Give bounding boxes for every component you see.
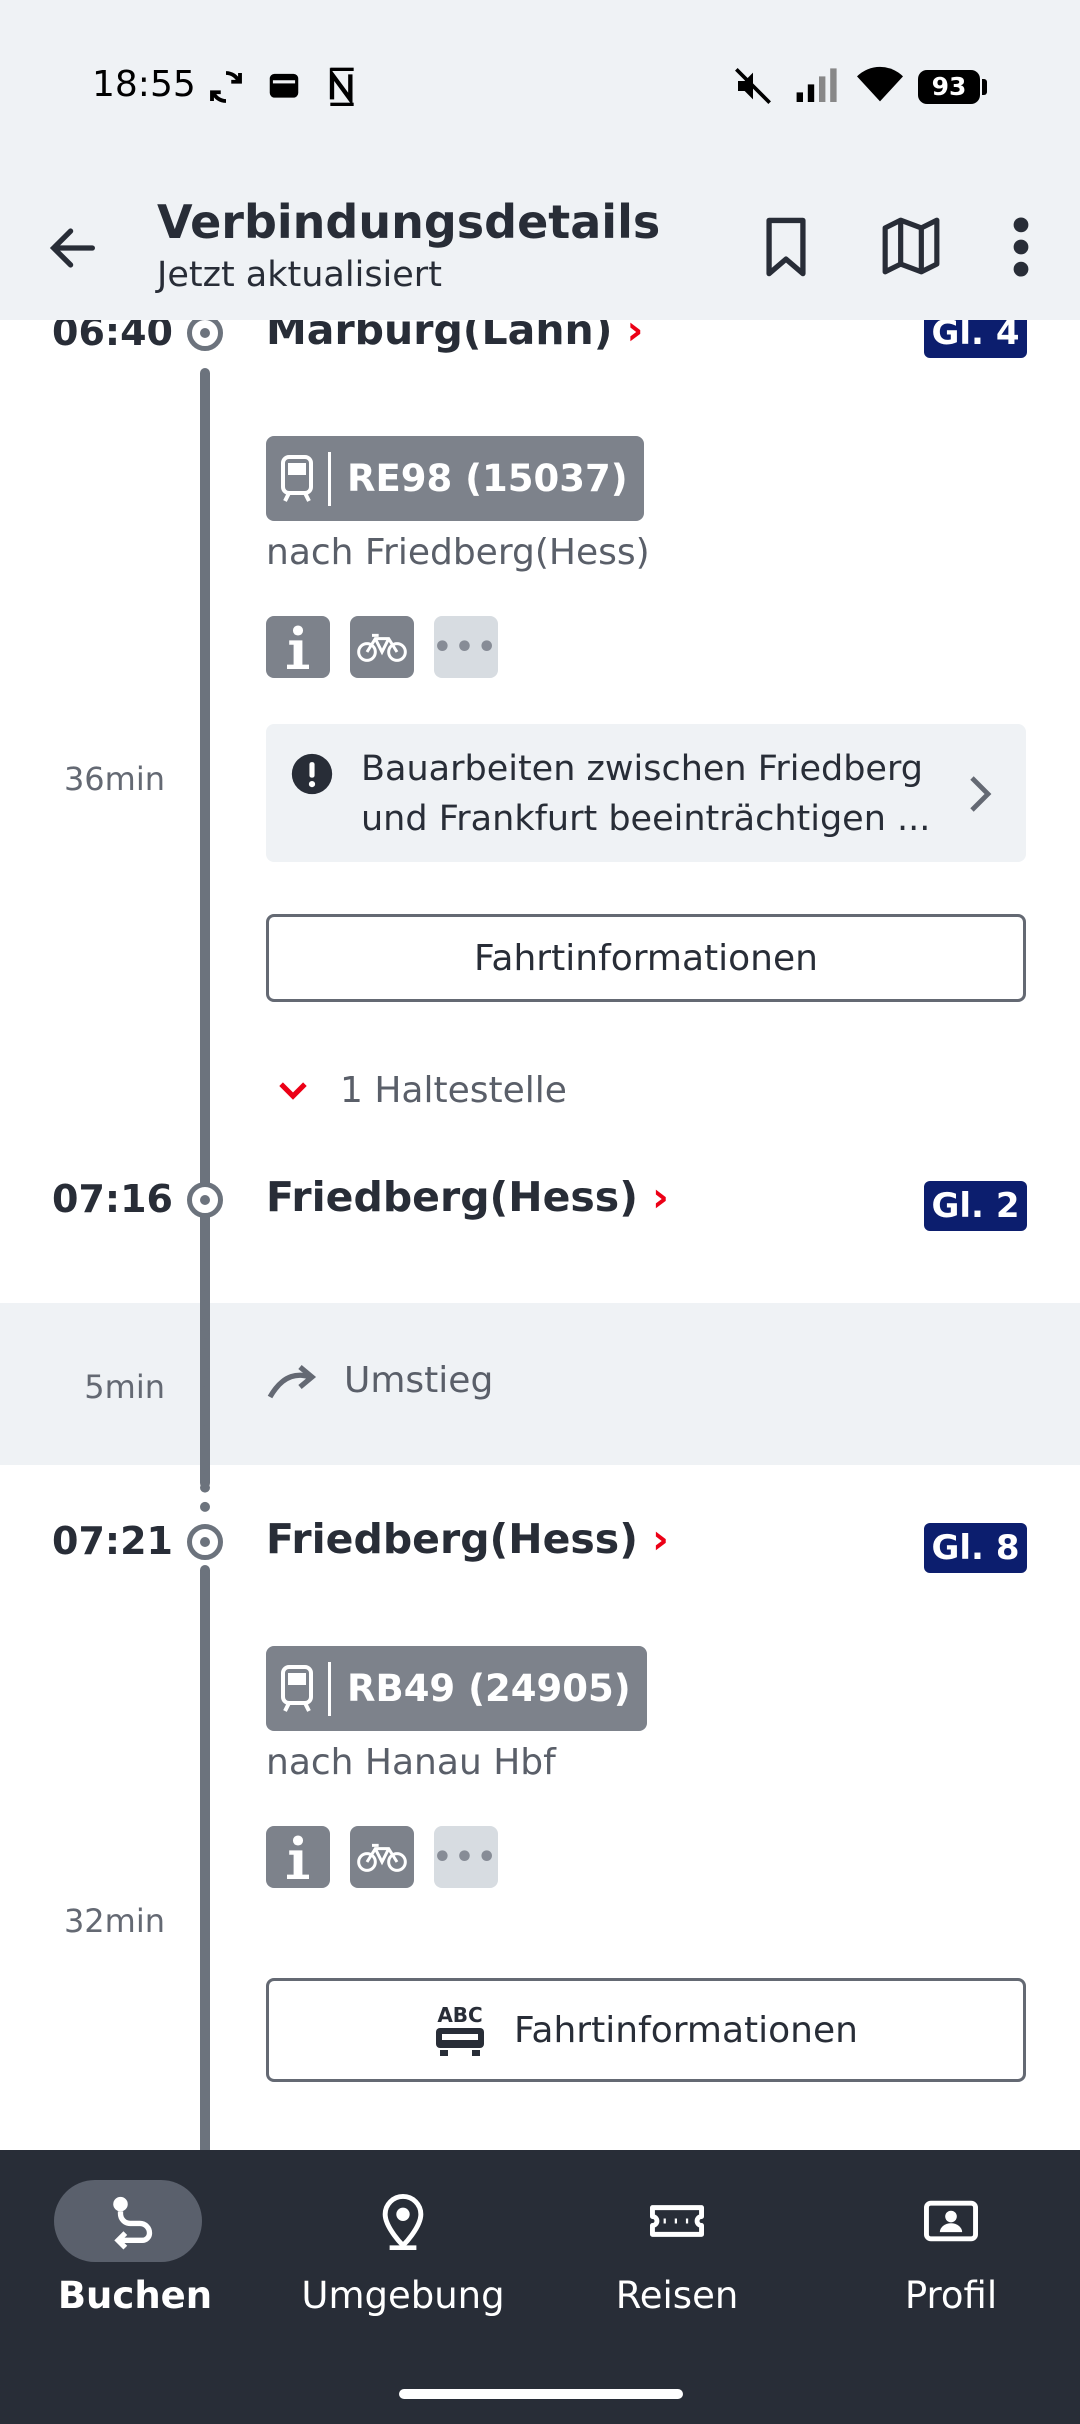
station-name: Friedberg(Hess) <box>266 1515 638 1563</box>
alert-icon <box>291 753 333 795</box>
nav-item-profil[interactable]: Profil <box>816 2150 1080 2370</box>
info-icon[interactable] <box>266 616 330 678</box>
status-bar: 18:55 93 <box>0 0 1080 175</box>
transfer-row: Umstieg <box>266 1360 493 1401</box>
platform-badge: Gl. 4 <box>924 320 1027 358</box>
bicycle-icon[interactable] <box>350 616 414 678</box>
train-direction: nach Friedberg(Hess) <box>266 532 650 573</box>
profile-card-icon <box>924 2200 978 2242</box>
intermediate-stops-toggle[interactable]: 1 Haltestelle <box>276 1070 567 1111</box>
nav-label: Reisen <box>615 2274 739 2317</box>
trip-info-button[interactable]: Fahrtinformationen <box>266 914 1026 1002</box>
page-title: Verbindungsdetails <box>157 195 661 249</box>
map-icon[interactable] <box>880 215 942 277</box>
bicycle-icon[interactable] <box>350 1826 414 1888</box>
train-icon <box>281 1664 313 1712</box>
more-vert-icon[interactable] <box>1008 215 1034 279</box>
transfer-duration: 5min <box>84 1368 165 1406</box>
stops-count: 1 Haltestelle <box>340 1070 567 1111</box>
chevron-right-icon <box>970 776 992 812</box>
trip-info-button[interactable]: ABC Fahrtinformationen <box>266 1978 1026 2082</box>
wifi-icon <box>857 66 903 102</box>
mute-icon <box>735 68 771 104</box>
timeline-transfer <box>200 1252 210 1512</box>
chevron-right-icon: › <box>651 1173 669 1221</box>
nav-item-reisen[interactable]: Reisen <box>542 2150 812 2370</box>
transfer-arrow-icon <box>267 1364 317 1398</box>
leg-duration: 36min <box>63 760 165 798</box>
station-link[interactable]: Friedberg(Hess) › <box>266 1173 669 1221</box>
home-indicator[interactable] <box>399 2389 683 2399</box>
battery-tip <box>982 79 987 95</box>
nav-label: Buchen <box>57 2274 213 2317</box>
route-icon <box>113 2196 153 2250</box>
bottom-navigation: Buchen Umgebung Reisen Profil <box>0 2150 1080 2424</box>
nav-label: Umgebung <box>301 2274 505 2317</box>
chevron-right-icon: › <box>651 1515 669 1563</box>
ticket-icon <box>650 2205 704 2237</box>
stop-marker <box>187 1524 223 1560</box>
chevron-right-icon: › <box>626 320 644 354</box>
station-link[interactable]: Friedberg(Hess) › <box>266 1515 669 1563</box>
sync-icon <box>210 71 242 103</box>
battery-icon: 93 <box>918 70 980 104</box>
nfc-icon <box>329 67 354 106</box>
page-subtitle: Jetzt aktualisiert <box>157 255 442 295</box>
disruption-notice[interactable]: Bauarbeiten zwischen Friedberg und Frank… <box>266 724 1026 862</box>
train-badge-separator <box>328 1661 331 1716</box>
nav-label: Profil <box>904 2274 998 2317</box>
platform-badge: Gl. 8 <box>924 1523 1027 1573</box>
more-amenities-icon[interactable]: ••• <box>433 1826 498 1888</box>
train-icon <box>281 454 313 502</box>
stop-marker <box>187 320 223 351</box>
nav-item-umgebung[interactable]: Umgebung <box>268 2150 538 2370</box>
platform-badge: Gl. 2 <box>924 1181 1027 1231</box>
departure-time: 06:40 <box>52 320 173 354</box>
train-badge-separator <box>328 451 331 506</box>
train-direction: nach Hanau Hbf <box>266 1742 556 1783</box>
coach-sequence-icon: ABC <box>434 2004 486 2056</box>
train-number: RE98 (15037) <box>347 457 628 500</box>
train-badge[interactable]: RB49 (24905) <box>266 1646 647 1731</box>
wallet-icon <box>269 73 299 98</box>
app-bar: Verbindungsdetails Jetzt aktualisiert <box>0 175 1080 320</box>
leg-duration: 32min <box>63 1902 165 1940</box>
location-pin-icon <box>382 2194 424 2250</box>
station-link[interactable]: Marburg(Lahn) › <box>266 320 643 354</box>
station-name: Marburg(Lahn) <box>266 320 613 354</box>
more-amenities-icon[interactable]: ••• <box>433 616 498 678</box>
info-icon[interactable] <box>266 1826 330 1888</box>
transfer-label: Umstieg <box>344 1360 494 1401</box>
signal-icon <box>796 68 837 102</box>
train-badge[interactable]: RE98 (15037) <box>266 436 644 521</box>
stop-marker <box>187 1182 223 1218</box>
departure-time: 07:21 <box>52 1519 173 1563</box>
connection-details[interactable]: 06:40 Marburg(Lahn) › Gl. 4 RE98 (15037) … <box>0 320 1080 2150</box>
arrival-time: 07:16 <box>52 1177 173 1221</box>
station-name: Friedberg(Hess) <box>266 1173 638 1221</box>
trip-info-label: Fahrtinformationen <box>474 937 818 979</box>
train-number: RB49 (24905) <box>347 1667 631 1710</box>
back-arrow-icon[interactable] <box>44 219 102 277</box>
bookmark-icon[interactable] <box>757 215 815 279</box>
timeline-leg-2 <box>200 1565 210 2150</box>
status-time: 18:55 <box>92 64 196 105</box>
notice-text: Bauarbeiten zwischen Friedberg und Frank… <box>361 749 931 839</box>
trip-info-label: Fahrtinformationen <box>514 2009 858 2051</box>
chevron-down-icon <box>279 1081 307 1100</box>
nav-item-buchen[interactable]: Buchen <box>0 2150 270 2370</box>
